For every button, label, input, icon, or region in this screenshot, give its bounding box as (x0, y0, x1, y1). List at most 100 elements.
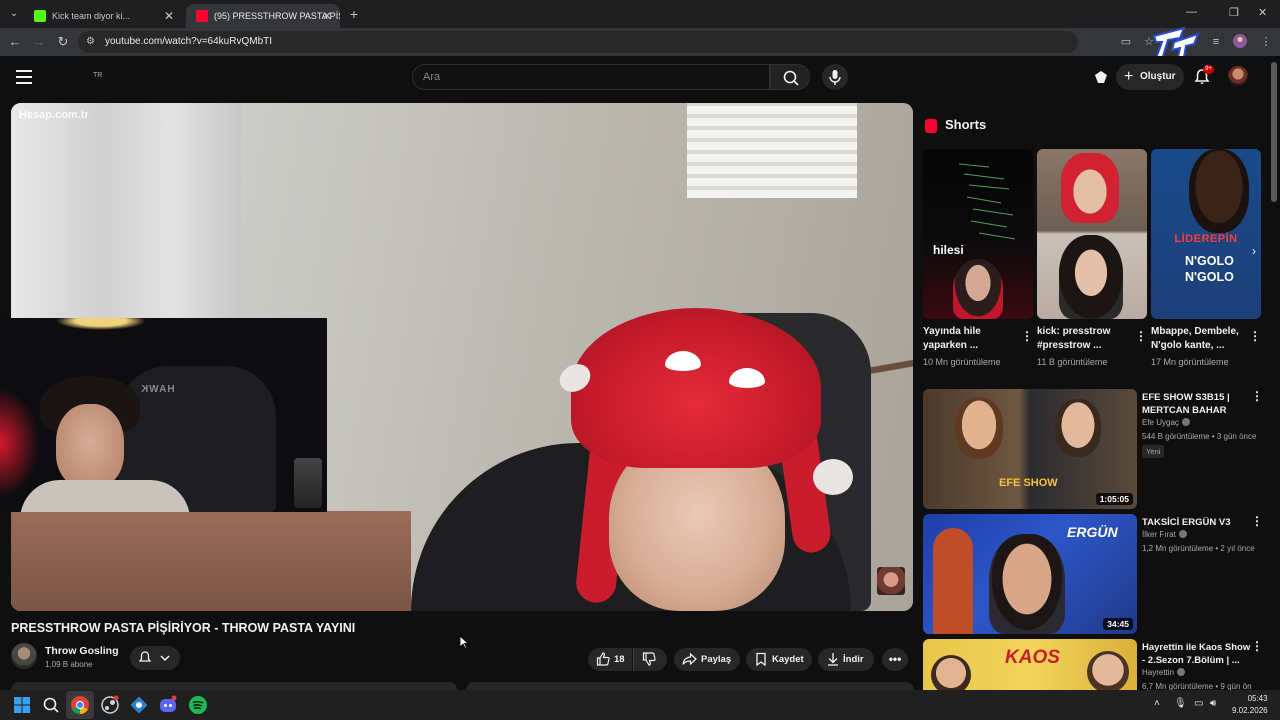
tab-youtube[interactable]: (95) PRESSTHROW PASTA PİŞİRİYOR ✕ (186, 4, 340, 28)
short-title[interactable]: Mbappe, Dembele, N'golo kante, ... (1151, 325, 1249, 353)
bookmark-icon (756, 652, 766, 666)
more-vert-icon[interactable]: ⋮ (1251, 514, 1263, 528)
close-tab-icon[interactable]: ✕ (322, 4, 332, 28)
short-thumbnail[interactable] (1037, 149, 1147, 319)
search-input[interactable] (423, 69, 753, 85)
create-button[interactable]: + Oluştur (1116, 64, 1184, 90)
video-title: PRESSTHROW PASTA PİŞİRİYOR - THROW PASTA… (11, 621, 356, 635)
video-title[interactable]: EFE SHOW S3B15 | MERTCAN BAHAR (1142, 391, 1252, 417)
chrome-icon[interactable] (70, 695, 90, 715)
video-red-hat (571, 308, 821, 468)
profile-icon[interactable] (1232, 34, 1248, 50)
verified-icon (1181, 418, 1190, 426)
short-thumb-brand: LİDEREPİN (1174, 233, 1238, 245)
search-icon (783, 70, 799, 86)
download-button[interactable]: İndir (818, 648, 874, 671)
video-thumbnail[interactable]: ERGÜN 34:45 (923, 514, 1137, 634)
restore-icon[interactable]: ❐ (1229, 6, 1239, 19)
save-label: Kaydet (772, 654, 804, 665)
more-vert-icon[interactable]: ⋮ (1249, 329, 1261, 343)
reload-icon[interactable]: ↻ (55, 34, 71, 50)
close-window-icon[interactable]: ✕ (1258, 6, 1267, 19)
steam-icon[interactable] (100, 695, 120, 715)
short-thumb-text: hilesi (933, 243, 964, 257)
back-icon[interactable]: ← (7, 34, 23, 50)
url-text[interactable]: youtube.com/watch?v=64kuRvQMbTI (105, 31, 272, 53)
short-title[interactable]: kick: presstrow #presstrow ... (1037, 325, 1135, 353)
video-thumbnail[interactable]: EFE SHOW 1:05:05 (923, 389, 1137, 509)
download-icon (828, 653, 838, 666)
tab-kick[interactable]: Kick team diyor ki... ✕ (24, 4, 182, 28)
more-vert-icon[interactable]: ⋮ (1021, 329, 1033, 343)
video-thumbnail[interactable]: KAOS (923, 639, 1137, 690)
share-button[interactable]: Paylaş (674, 648, 740, 671)
more-vert-icon[interactable]: ⋮ (1135, 329, 1147, 343)
channel-avatar[interactable] (11, 643, 37, 669)
video-channel[interactable]: Efe Uygaç (1142, 418, 1190, 427)
thumbs-up-icon (596, 652, 610, 666)
new-tab-button[interactable]: + (346, 4, 362, 24)
short-thumbnail[interactable]: LİDEREPİN N'GOLO N'GOLO (1151, 149, 1261, 319)
thumb-figure (933, 528, 973, 634)
shorts-next-chevron-icon[interactable]: › (1252, 244, 1256, 258)
dislike-button[interactable] (633, 648, 667, 671)
short-card[interactable]: LİDEREPİN N'GOLO N'GOLO Mbappe, Dembele,… (1151, 149, 1261, 367)
webcam-microphone (294, 458, 322, 508)
screen: ⌄ Kick team diyor ki... ✕ (95) PRESSTHRO… (0, 0, 1280, 720)
media-controls-icon[interactable]: ≡ (1208, 34, 1224, 50)
site-info-icon[interactable]: ⚙ (86, 36, 98, 48)
video-meta: 1,2 Mn görüntüleme • 2 yıl önce (1142, 544, 1255, 553)
search-button[interactable] (770, 64, 810, 90)
short-card[interactable]: kick: presstrow #presstrow ... 11 B görü… (1037, 149, 1147, 367)
premium-gem-icon[interactable] (1092, 68, 1110, 86)
video-channel[interactable]: Hayrettin (1142, 668, 1186, 677)
discord-icon[interactable] (158, 695, 178, 715)
kick-favicon-icon (34, 10, 46, 22)
video-channel[interactable]: İlker Fırat (1142, 530, 1187, 539)
youtube-favicon-icon (196, 10, 208, 22)
like-button[interactable]: 18 (588, 648, 632, 671)
clock-time: 05:43 (1247, 694, 1268, 703)
subscription-notification-button[interactable] (130, 646, 180, 670)
search-box[interactable] (412, 64, 770, 90)
download-label: İndir (843, 654, 864, 665)
short-title[interactable]: Yayında hile yaparken ... (923, 325, 1021, 353)
windows-start-icon[interactable] (12, 695, 32, 715)
page-scrollbar[interactable] (1271, 62, 1277, 202)
thumb-person (1055, 399, 1101, 457)
hamburger-menu-icon[interactable] (16, 70, 32, 84)
spotify-icon[interactable] (188, 695, 208, 715)
short-views: 17 Mn görüntüleme (1151, 357, 1229, 367)
forward-icon[interactable]: → (31, 34, 47, 50)
microphone-tray-icon[interactable]: 🎙︎ (1174, 698, 1187, 709)
app-network-icon[interactable] (129, 695, 149, 715)
plus-icon: + (1124, 68, 1134, 85)
volume-icon[interactable]: 🔊︎ (1210, 698, 1216, 709)
short-views: 10 Mn görüntüleme (923, 357, 1001, 367)
short-thumbnail[interactable]: hilesi (923, 149, 1033, 319)
video-title[interactable]: Hayrettin ile Kaos Show - 2.Sezon 7.Bölü… (1142, 641, 1252, 667)
close-tab-icon[interactable]: ✕ (164, 4, 174, 28)
system-clock[interactable]: 05:43 9.02.2026 (1232, 693, 1268, 717)
voice-search-button[interactable] (822, 64, 848, 90)
cast-icon[interactable]: ▭ (1118, 34, 1134, 50)
more-actions-button[interactable]: ••• (882, 648, 908, 671)
browser-menu-icon[interactable]: ⋮ (1258, 34, 1274, 50)
address-bar[interactable]: ⚙ youtube.com/watch?v=64kuRvQMbTI (78, 31, 1078, 53)
short-card[interactable]: hilesi Yayında hile yaparken ... 10 Mn g… (923, 149, 1033, 367)
more-vert-icon[interactable]: ⋮ (1251, 639, 1263, 653)
subscriber-count: 1,09 B abone (45, 660, 93, 669)
more-vert-icon[interactable]: ⋮ (1251, 389, 1263, 403)
tray-chevron-icon[interactable]: ˄ (1154, 698, 1160, 709)
thumb-text: KAOS (1005, 647, 1060, 668)
video-duration: 34:45 (1103, 618, 1133, 630)
account-avatar[interactable] (1228, 66, 1248, 86)
tab-search-icon[interactable]: ⌄ (6, 6, 22, 22)
video-title[interactable]: TAKSİCİ ERGÜN V3 (1142, 516, 1252, 529)
thumb-person (1087, 651, 1129, 690)
search-icon[interactable] (41, 695, 61, 715)
minimize-icon[interactable]: — (1186, 6, 1197, 18)
network-icon[interactable]: ▭ (1194, 698, 1203, 709)
save-button[interactable]: Kaydet (746, 648, 812, 671)
channel-name[interactable]: Throw Gosling (45, 645, 119, 657)
